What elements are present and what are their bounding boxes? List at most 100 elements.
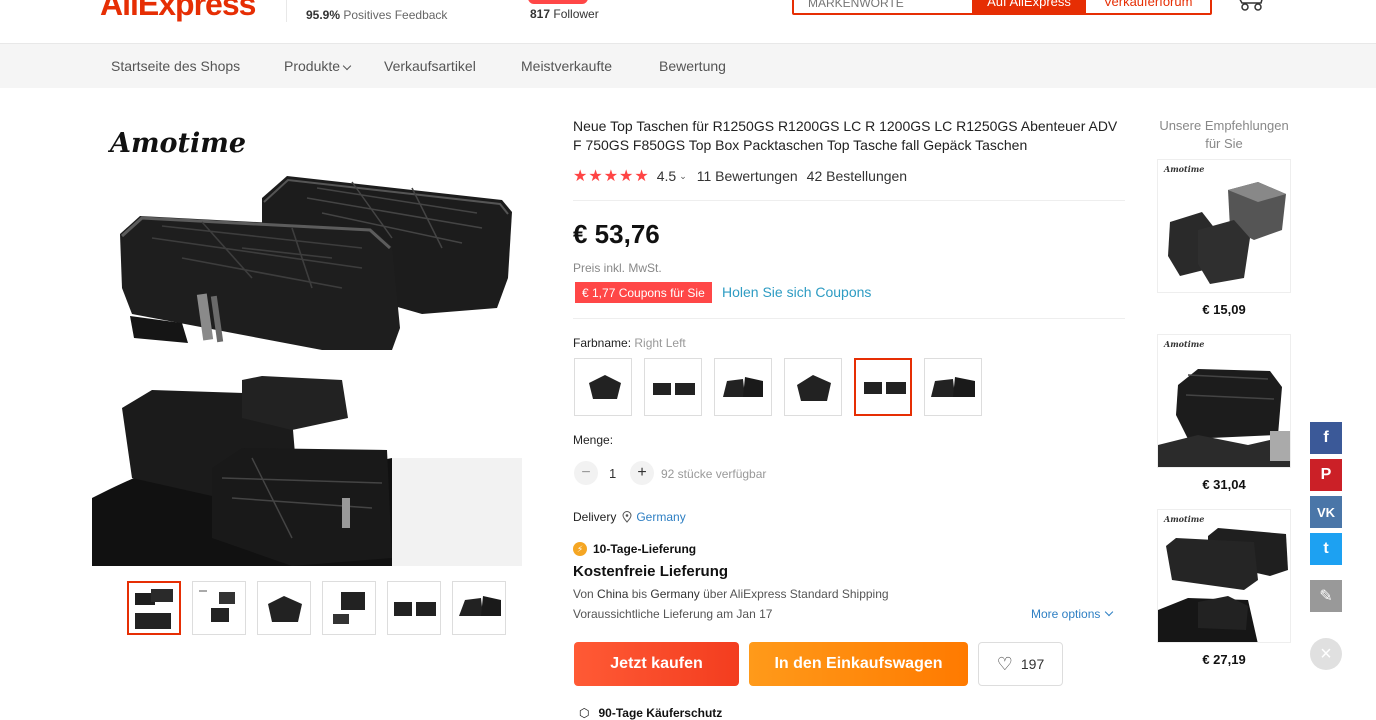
cart-icon[interactable] — [1234, 0, 1264, 12]
aliexpress-logo[interactable]: AliExpress — [100, 0, 256, 23]
recommendation-card[interactable]: Amotime — [1157, 509, 1291, 643]
heart-icon: ♡ — [996, 653, 1013, 674]
recommendations-title: Unsere Empfehlungen für Sie — [1159, 118, 1289, 151]
header-divider — [286, 0, 287, 22]
search-store-button[interactable]: Verkäuferforum — [1086, 0, 1210, 13]
more-options-link[interactable]: More options — [1031, 607, 1114, 621]
shipping-route-text: Von — [573, 587, 598, 601]
get-coupons-link[interactable]: Holen Sie sich Coupons — [722, 284, 871, 300]
search-input[interactable] — [794, 0, 972, 13]
nav-item-products-label: Produkte — [284, 58, 341, 74]
store-followers: 817 Follower — [530, 7, 599, 21]
thumbnail[interactable] — [322, 581, 376, 635]
top-header: AliExpress 95.9% Positives Feedback 817 … — [0, 0, 1376, 44]
color-swatch[interactable] — [644, 358, 702, 416]
quantity-value[interactable]: 1 — [609, 466, 616, 481]
delivery-row: Delivery Germany — [573, 510, 686, 524]
feedback-label: Positives Feedback — [343, 8, 448, 22]
recommendation-image — [1158, 528, 1288, 642]
recommendation-image — [1168, 182, 1286, 284]
follow-button[interactable] — [528, 0, 588, 4]
feedback-percent: 95.9% — [306, 8, 341, 22]
product-price: € 53,76 — [573, 219, 660, 249]
coupon-tag[interactable]: € 1,77 Coupons für Sie — [575, 282, 712, 303]
shipping-estimate: Voraussichtliche Lieferung am Jan 17 — [573, 607, 773, 621]
facebook-share-button[interactable]: f — [1310, 422, 1342, 454]
nav-item-bestsellers[interactable]: Meistverkaufte — [521, 58, 612, 74]
thumbnail[interactable] — [452, 581, 506, 635]
quantity-label: Menge: — [573, 433, 614, 447]
followers-count: 817 — [530, 7, 551, 21]
shipping-route-text: bis — [628, 587, 651, 601]
nav-item-reviews[interactable]: Bewertung — [659, 58, 726, 74]
wishlist-count: 197 — [1020, 656, 1045, 672]
vat-note: Preis inkl. MwSt. — [573, 261, 662, 275]
product-title: Neue Top Taschen für R1250GS R1200GS LC … — [573, 118, 1118, 153]
chevron-down-icon[interactable]: ⌄ — [679, 171, 687, 182]
color-value: Right Left — [634, 336, 686, 350]
wishlist-button[interactable]: ♡ 197 — [978, 642, 1063, 686]
quantity-increase-button[interactable]: + — [630, 461, 654, 485]
shipping-badge: ⚡ 10-Tage-Lieferung — [573, 542, 696, 556]
twitter-share-button[interactable]: t — [1310, 533, 1342, 565]
nav-item-sale[interactable]: Verkaufsartikel — [384, 58, 476, 74]
shipping-method: über AliExpress Standard Shipping — [699, 587, 889, 601]
color-label: Farbname: Right Left — [573, 336, 686, 350]
product-main-image[interactable]: Amotime — [92, 118, 522, 566]
color-swatch[interactable] — [714, 358, 772, 416]
recommendation-price: € 27,19 — [1202, 652, 1246, 667]
recommendation-card[interactable]: Amotime — [1157, 334, 1291, 468]
delivery-label: Delivery — [573, 510, 617, 524]
reviews-count[interactable]: 11 Bewertungen — [697, 168, 798, 184]
shipping-badge-label: 10-Tage-Lieferung — [593, 542, 697, 556]
store-feedback: 95.9% Positives Feedback — [306, 8, 447, 22]
recommendation-image — [1158, 369, 1290, 467]
thumbnail[interactable] — [127, 581, 181, 635]
nav-item-home[interactable]: Startseite des Shops — [111, 58, 240, 74]
color-swatch[interactable] — [924, 358, 982, 416]
shipping-route: Von China bis Germany über AliExpress St… — [573, 587, 889, 601]
add-to-cart-button[interactable]: In den Einkaufswagen — [749, 642, 968, 686]
thumbnail[interactable] — [387, 581, 441, 635]
nav-item-products[interactable]: Produkte — [284, 58, 352, 74]
buy-now-button[interactable]: Jetzt kaufen — [574, 642, 739, 686]
brand-watermark: Amotime — [1164, 164, 1205, 174]
recommendation-card[interactable]: Amotime — [1157, 159, 1291, 293]
divider — [573, 318, 1125, 319]
delivery-country-link[interactable]: Germany — [636, 510, 685, 524]
color-swatch[interactable] — [574, 358, 632, 416]
shipping-origin: China — [597, 587, 629, 601]
color-swatch[interactable] — [784, 358, 842, 416]
chevron-down-icon — [1105, 607, 1114, 617]
product-photo — [92, 176, 522, 566]
shipping-destination: Germany — [650, 587, 700, 601]
search-aliexpress-button[interactable]: Auf AliExpress — [972, 0, 1086, 13]
rating-score[interactable]: 4.5 — [657, 168, 676, 184]
store-nav: Startseite des Shops Produkte Verkaufsar… — [0, 44, 1376, 88]
thumbnail[interactable] — [192, 581, 246, 635]
fast-delivery-icon: ⚡ — [573, 542, 587, 556]
vk-share-button[interactable]: VK — [1310, 496, 1342, 528]
rating-row: ★★★★★ 4.5 ⌄ 11 Bewertungen 42 Bestellung… — [573, 166, 907, 186]
more-options-label: More options — [1031, 607, 1101, 621]
recommendation-price: € 15,09 — [1202, 302, 1246, 317]
shipping-title: Kostenfreie Lieferung — [573, 563, 729, 580]
stock-available: 92 stücke verfügbar — [661, 467, 767, 481]
color-swatch[interactable] — [854, 358, 912, 416]
followers-label: Follower — [553, 7, 599, 21]
quantity-decrease-button[interactable]: − — [574, 461, 598, 485]
search-bar: Auf AliExpress Verkäuferforum — [792, 0, 1212, 15]
close-icon[interactable]: × — [1310, 638, 1342, 670]
divider — [573, 200, 1125, 201]
brand-watermark: Amotime — [1164, 514, 1205, 524]
pinterest-share-button[interactable]: P — [1310, 459, 1342, 491]
recommendation-price: € 31,04 — [1202, 477, 1246, 492]
chevron-down-icon — [342, 61, 352, 71]
brand-watermark: Amotime — [1164, 339, 1205, 349]
orders-count: 42 Bestellungen — [806, 168, 908, 184]
location-pin-icon — [622, 511, 632, 523]
thumbnail[interactable] — [257, 581, 311, 635]
edit-icon[interactable]: ✎ — [1310, 580, 1342, 612]
rating-stars: ★★★★★ — [573, 168, 650, 185]
color-label-text: Farbname: — [573, 336, 632, 350]
